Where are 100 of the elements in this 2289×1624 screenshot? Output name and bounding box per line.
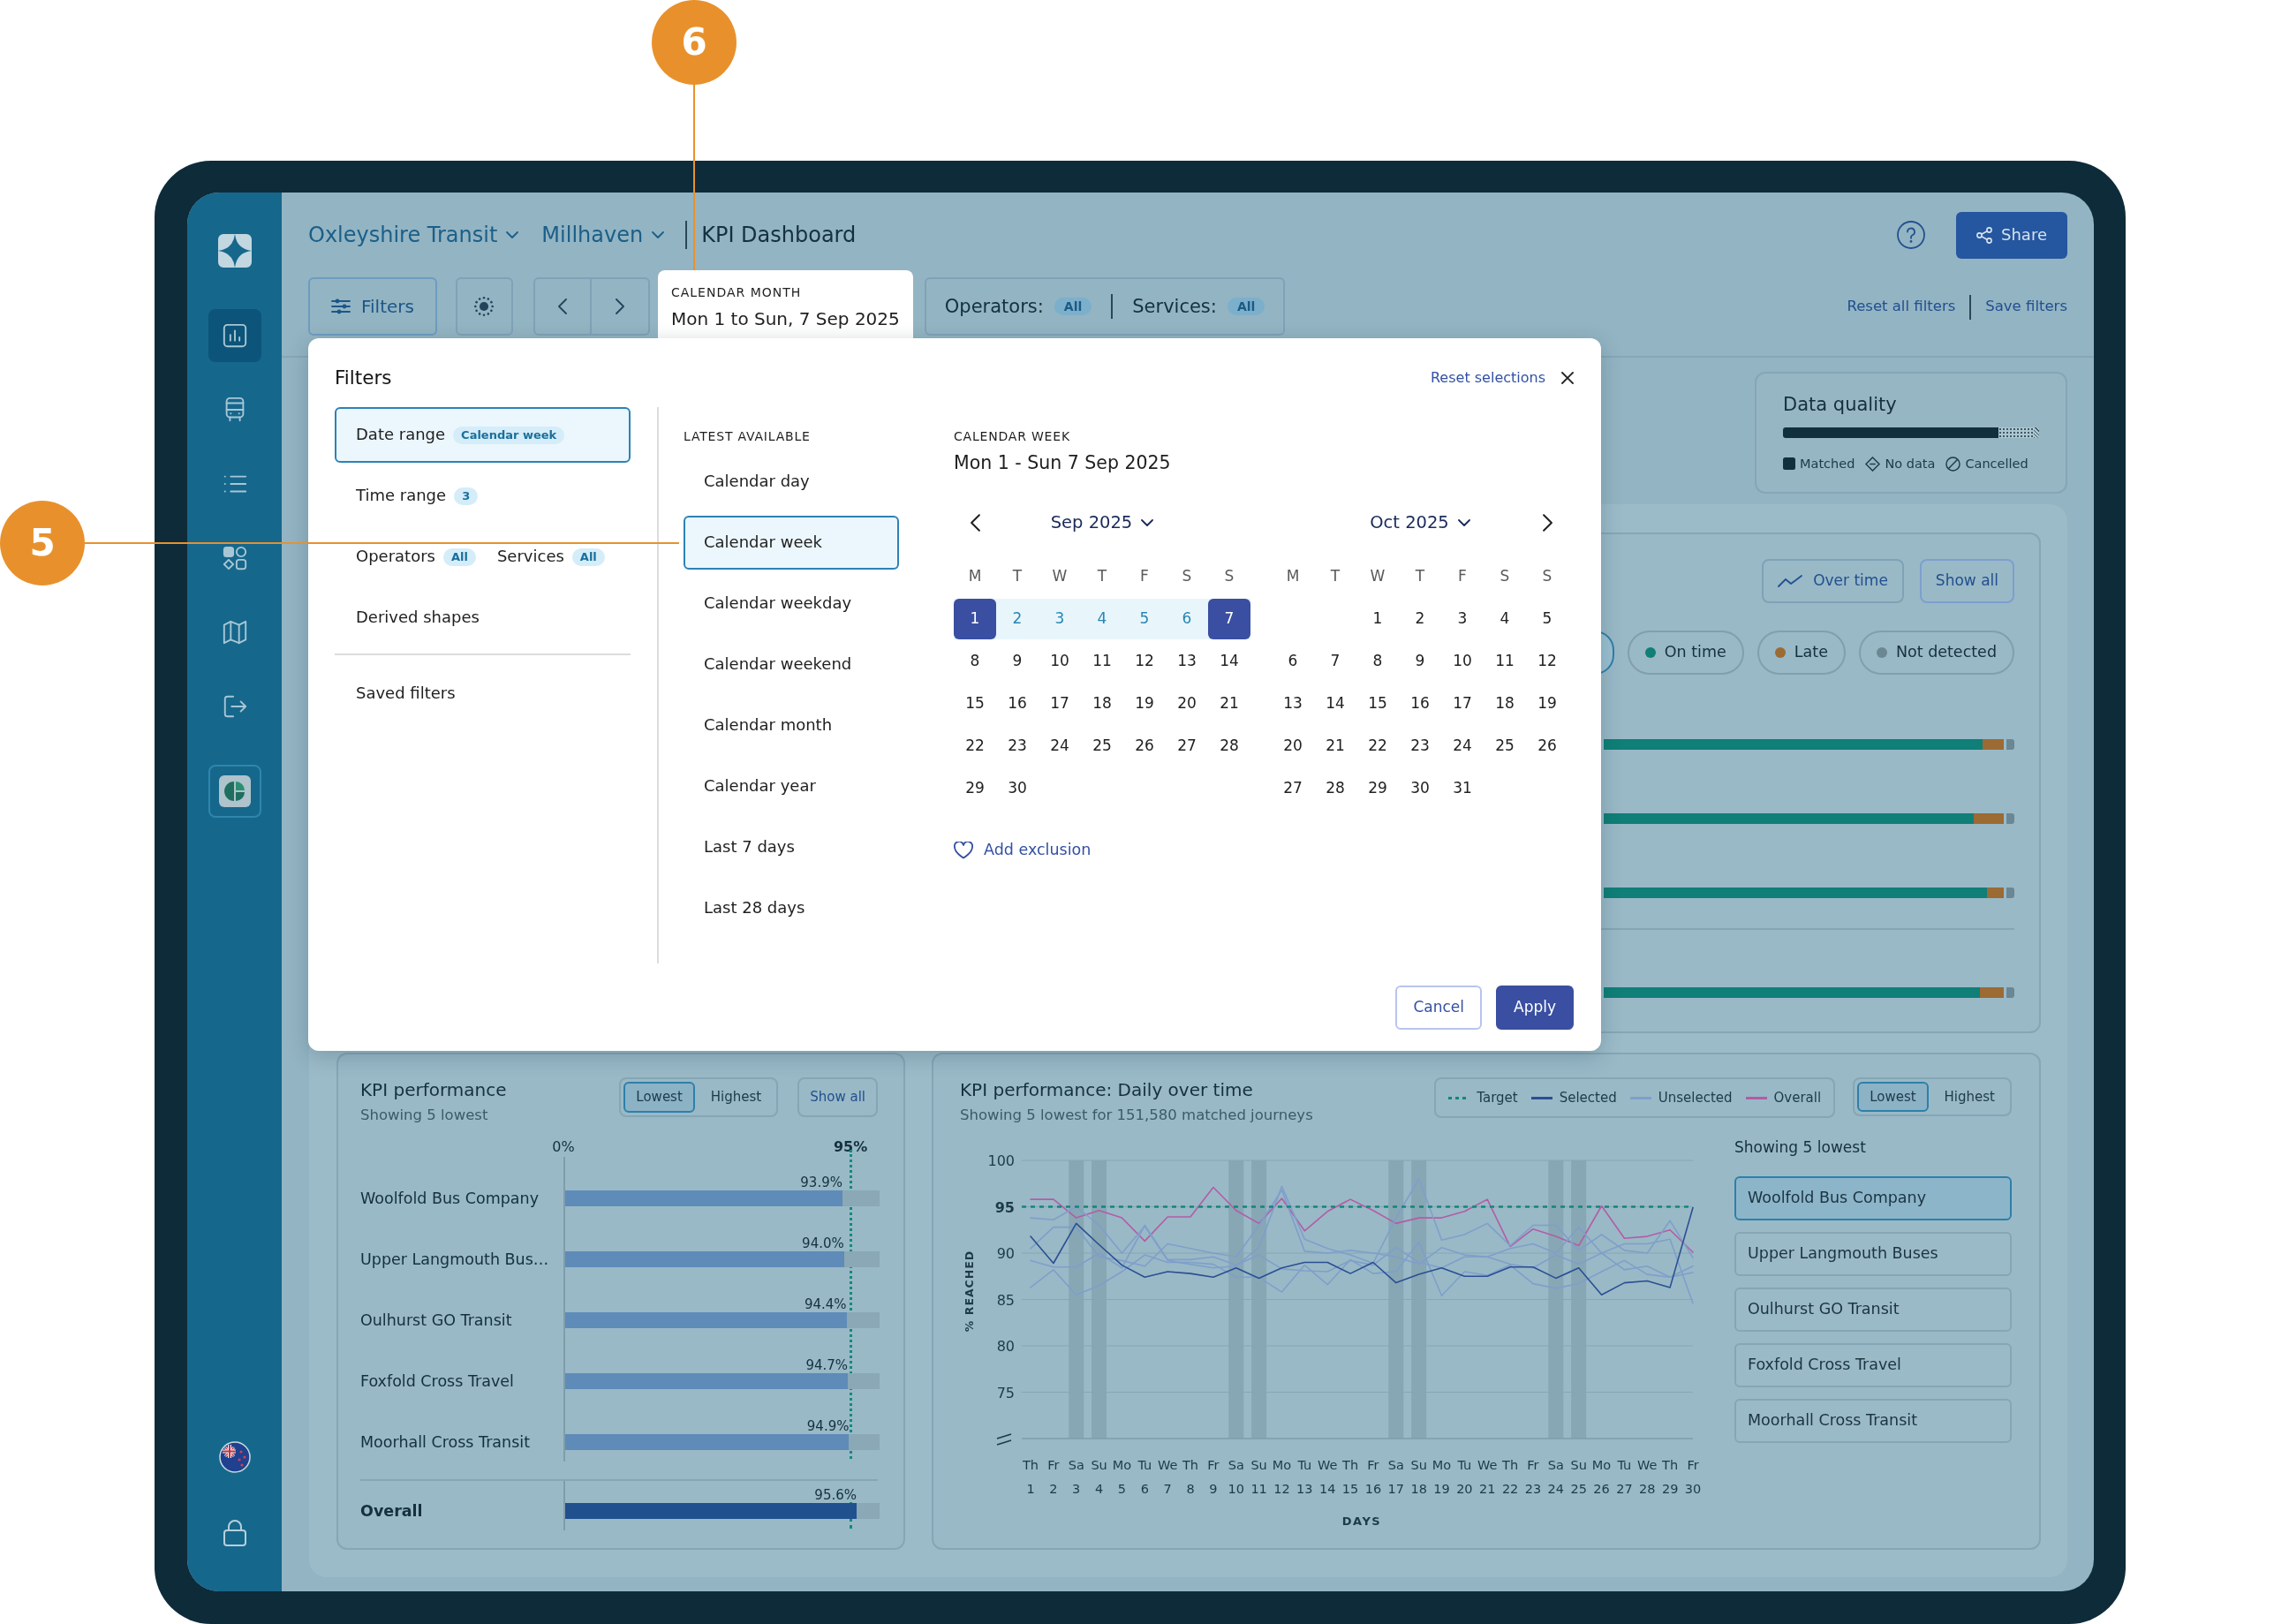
chevron-left-icon[interactable]	[970, 514, 980, 533]
calendar-day[interactable]: 27	[1174, 726, 1200, 767]
calendar-day[interactable]: 12	[1534, 641, 1560, 682]
calendar-day[interactable]: 25	[1492, 726, 1518, 767]
calendar-day[interactable]: 18	[1089, 684, 1115, 724]
calendar-day[interactable]: 29	[962, 768, 988, 809]
calendar-day[interactable]: 4	[1492, 599, 1518, 639]
operator-list-item[interactable]: Woolfold Bus Company	[1734, 1176, 2012, 1220]
scope-filter-button[interactable]: Operators: All Services: All	[924, 277, 1286, 336]
calendar-day[interactable]: 4	[1089, 599, 1115, 639]
date-option[interactable]: Calendar year	[684, 759, 899, 813]
calendar-day[interactable]: 6	[1174, 599, 1200, 639]
calendar-day[interactable]: 2	[1004, 599, 1031, 639]
calendar-day[interactable]: 14	[1216, 641, 1243, 682]
calendar-day[interactable]: 17	[1046, 684, 1073, 724]
calendar-day[interactable]: 30	[1004, 768, 1031, 809]
brightness-button[interactable]	[455, 277, 513, 336]
calendar-day[interactable]: 6	[1280, 641, 1306, 682]
calendar-day[interactable]: 15	[962, 684, 988, 724]
calendar-day[interactable]: 7	[1322, 641, 1348, 682]
calendar-day[interactable]: 14	[1322, 684, 1348, 724]
close-icon[interactable]	[1561, 372, 1574, 384]
calendar-day[interactable]: 29	[1364, 768, 1391, 809]
calendar-day[interactable]: 3	[1449, 599, 1476, 639]
calendar-day[interactable]: 26	[1534, 726, 1560, 767]
month-dropdown[interactable]: Oct 2025	[1370, 511, 1470, 534]
toolbar-button[interactable]: Over time	[1762, 559, 1904, 603]
calendar-day[interactable]: 1	[1364, 599, 1391, 639]
calendar-day[interactable]: 13	[1280, 684, 1306, 724]
help-icon[interactable]	[1897, 221, 1925, 249]
calendar-day[interactable]: 21	[1216, 684, 1243, 724]
filter-chip[interactable]: On time	[1627, 631, 1744, 675]
toggle-option[interactable]: Lowest	[1857, 1082, 1929, 1112]
calendar-day[interactable]: 8	[1364, 641, 1391, 682]
filter-group-item[interactable]: Derived shapes	[335, 590, 631, 646]
primary-button[interactable]: Apply	[1496, 986, 1574, 1030]
date-option[interactable]: Calendar week	[684, 516, 899, 570]
calendar-day[interactable]: 25	[1089, 726, 1115, 767]
filter-chip[interactable]: Not detected	[1858, 631, 2014, 675]
calendar-day[interactable]: 24	[1046, 726, 1073, 767]
filter-chip[interactable]: Late	[1756, 631, 1846, 675]
filter-group-item[interactable]: Date range Calendar week	[335, 407, 631, 463]
calendar-day[interactable]: 28	[1322, 768, 1348, 809]
calendar-day[interactable]: 11	[1492, 641, 1518, 682]
calendar-day[interactable]: 26	[1131, 726, 1158, 767]
calendar-day[interactable]: 5	[1131, 599, 1158, 639]
sidebar-item[interactable]	[208, 765, 261, 818]
text-link[interactable]: Reset all filters	[1847, 298, 1956, 316]
calendar-day[interactable]: 1	[954, 599, 996, 639]
calendar-day[interactable]: 11	[1089, 641, 1115, 682]
operator-list-item[interactable]: Upper Langmouth Buses	[1734, 1232, 2012, 1276]
calendar-day[interactable]: 10	[1449, 641, 1476, 682]
calendar-day[interactable]: 23	[1004, 726, 1031, 767]
date-option[interactable]: Calendar weekend	[684, 638, 899, 691]
calendar-day[interactable]: 5	[1534, 599, 1560, 639]
calendar-day[interactable]: 2	[1407, 599, 1433, 639]
calendar-day[interactable]: 9	[1004, 641, 1031, 682]
calendar-day[interactable]: 9	[1407, 641, 1433, 682]
chevron-right-icon[interactable]	[1542, 514, 1552, 533]
calendar-day[interactable]: 18	[1492, 684, 1518, 724]
add-exclusion-link[interactable]: Add exclusion	[954, 841, 1092, 860]
operator-list-item[interactable]: Oulhurst GO Transit	[1734, 1288, 2012, 1332]
date-option[interactable]: Calendar weekday	[684, 577, 899, 631]
share-button[interactable]: Share	[1956, 211, 2067, 259]
calendar-day[interactable]: 22	[962, 726, 988, 767]
toggle-option[interactable]: Lowest	[623, 1082, 695, 1113]
calendar-day[interactable]: 31	[1449, 768, 1476, 809]
filters-button[interactable]: Filters	[308, 277, 437, 336]
calendar-day[interactable]: 16	[1407, 684, 1433, 724]
month-dropdown[interactable]: Sep 2025	[1050, 511, 1154, 534]
sidebar-item[interactable]	[208, 309, 261, 362]
flag-icon[interactable]	[218, 1441, 251, 1473]
calendar-day[interactable]: 20	[1174, 684, 1200, 724]
calendar-day[interactable]: 23	[1407, 726, 1433, 767]
calendar-day[interactable]: 3	[1046, 599, 1073, 639]
toggle-option[interactable]: Highest	[1931, 1082, 2007, 1112]
saved-filters-item[interactable]: Saved filters	[335, 666, 631, 721]
lock-icon[interactable]	[222, 1519, 247, 1547]
toolbar-button[interactable]: Show all	[1919, 559, 2014, 603]
calendar-day[interactable]: 16	[1004, 684, 1031, 724]
date-option[interactable]: Calendar day	[684, 455, 899, 509]
calendar-day[interactable]: 27	[1280, 768, 1306, 809]
calendar-day[interactable]: 17	[1449, 684, 1476, 724]
calendar-day[interactable]: 30	[1407, 768, 1433, 809]
calendar-day[interactable]: 7	[1208, 599, 1250, 639]
toggle-option[interactable]: Highest	[698, 1082, 774, 1113]
operator-list-item[interactable]: Moorhall Cross Transit	[1734, 1399, 2012, 1443]
calendar-day[interactable]: 15	[1364, 684, 1391, 724]
calendar-day[interactable]: 10	[1046, 641, 1073, 682]
calendar-day[interactable]: 19	[1131, 684, 1158, 724]
calendar-day[interactable]: 19	[1534, 684, 1560, 724]
calendar-day[interactable]: 28	[1216, 726, 1243, 767]
calendar-day[interactable]: 8	[962, 641, 988, 682]
date-option[interactable]: Calendar month	[684, 699, 899, 752]
calendar-day[interactable]: 24	[1449, 726, 1476, 767]
date-tab[interactable]: CALENDAR MONTH Mon 1 to Sun, 7 Sep 2025	[657, 270, 913, 338]
date-option[interactable]: Last 7 days	[684, 820, 899, 874]
text-link[interactable]: Save filters	[1985, 298, 2067, 316]
operator-list-item[interactable]: Foxfold Cross Travel	[1734, 1343, 2012, 1387]
reset-link[interactable]: Reset selections	[1430, 369, 1545, 387]
